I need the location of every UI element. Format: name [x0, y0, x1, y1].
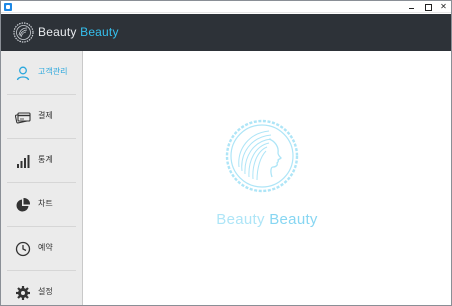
sidebar-item-label: 고객관리 — [38, 67, 68, 76]
woman-profile-logo-icon — [225, 119, 299, 193]
splash-title: Beauty Beauty — [83, 211, 451, 228]
sidebar-item-chart[interactable]: 차트 — [1, 183, 82, 227]
app-header: Beauty Beauty — [1, 14, 451, 51]
sidebar-item-label: 통계 — [38, 155, 53, 164]
sidebar-item-payment[interactable]: 결제 — [1, 95, 82, 139]
app-title-part1: Beauty — [38, 25, 77, 39]
splash-title-part1: Beauty — [216, 211, 265, 228]
sidebar-item-reservation[interactable]: 예약 — [1, 227, 82, 271]
sidebar-item-label: 예약 — [38, 243, 53, 252]
app-window: ✕ Beauty Beauty 고객관리 결제 통계 차트 예약 설정 Beau… — [0, 0, 452, 306]
minimize-button[interactable] — [405, 1, 418, 13]
splash-title-part2: Beauty — [269, 211, 318, 228]
maximize-button[interactable] — [421, 1, 434, 13]
bar-chart-icon — [17, 155, 30, 168]
clock-icon — [15, 241, 31, 257]
close-button[interactable]: ✕ — [437, 1, 450, 13]
gear-icon — [16, 286, 30, 300]
sidebar-item-statistics[interactable]: 통계 — [1, 139, 82, 183]
app-title-part2: Beauty — [80, 25, 119, 39]
main-content: Beauty Beauty — [83, 51, 451, 305]
sidebar: 고객관리 결제 통계 차트 예약 설정 — [1, 51, 83, 305]
sidebar-item-label: 설정 — [38, 287, 53, 296]
sidebar-item-label: 결제 — [38, 111, 53, 120]
pie-chart-icon — [16, 197, 31, 212]
sidebar-item-label: 차트 — [38, 199, 53, 208]
os-titlebar: ✕ — [1, 1, 451, 13]
sidebar-item-customers[interactable]: 고객관리 — [1, 51, 82, 95]
app-title: Beauty Beauty — [38, 25, 119, 39]
logo-icon — [13, 22, 34, 43]
sidebar-item-settings[interactable]: 설정 — [1, 271, 82, 305]
user-icon — [16, 66, 30, 81]
app-icon — [4, 3, 12, 11]
credit-card-icon — [15, 112, 31, 124]
